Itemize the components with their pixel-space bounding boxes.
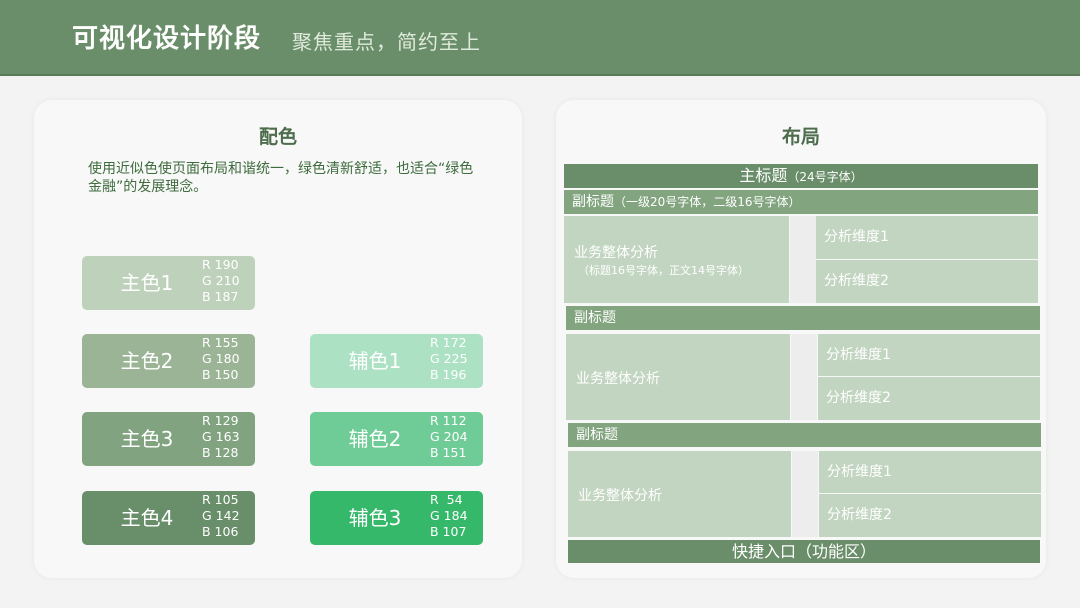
swatch-label: 主色2: [120, 349, 174, 373]
swatch-rgb: R 129 G 163 B 128: [202, 413, 248, 461]
rgb-b: B 151: [430, 445, 467, 460]
rgb-b: B 187: [202, 289, 239, 304]
subtitle-note: （一级20号字体，二级16号字体）: [614, 195, 801, 209]
page-header: 可视化设计阶段 聚焦重点，简约至上: [0, 0, 1080, 76]
layout-panel-title: 布局: [781, 126, 820, 148]
rgb-g: G 210: [202, 273, 240, 288]
page-title: 可视化设计阶段: [72, 24, 262, 54]
rgb-r: R 54: [430, 492, 463, 507]
rgb-b: B 107: [430, 524, 467, 539]
swatch-primary-3: 主色3 R 129 G 163 B 128: [82, 412, 255, 466]
layout-gap: [790, 216, 816, 303]
rgb-r: R 190: [202, 257, 239, 272]
overview-title: 业务整体分析: [574, 245, 658, 261]
swatch-label: 辅色3: [348, 506, 402, 530]
rgb-g: G 204: [430, 429, 468, 444]
rgb-r: R 105: [202, 492, 239, 507]
main-title-text: 主标题: [739, 166, 788, 185]
rgb-r: R 172: [430, 335, 467, 350]
layout-overview-box-3: 业务整体分析: [568, 451, 791, 537]
swatch-label: 主色4: [120, 506, 174, 530]
layout-dimension-1: 分析维度1: [816, 216, 1038, 259]
rgb-b: B 150: [202, 367, 239, 382]
swatch-label: 辅色1: [348, 349, 402, 373]
overview-note: （标题16号字体，正文14号字体）: [578, 264, 749, 277]
rgb-r: R 155: [202, 335, 239, 350]
rgb-g: G 184: [430, 508, 468, 523]
swatch-secondary-2: 辅色2 R 112 G 204 B 151: [310, 412, 483, 466]
swatch-primary-1: 主色1 R 190 G 210 B 187: [82, 256, 255, 310]
swatch-rgb: R 155 G 180 B 150: [202, 335, 248, 383]
swatch-secondary-3: 辅色3 R 54 G 184 B 107: [310, 491, 483, 545]
color-panel-title: 配色: [258, 126, 297, 148]
layout-footer-quick-entry: 快捷入口（功能区）: [568, 540, 1040, 563]
layout-gap: [792, 451, 818, 537]
layout-gap: [791, 334, 817, 420]
swatch-rgb: R 105 G 142 B 106: [202, 492, 248, 540]
rgb-r: R 129: [202, 413, 239, 428]
subtitle-text: 副标题: [572, 194, 614, 210]
layout-overview-box-2: 业务整体分析: [566, 334, 790, 420]
rgb-g: G 142: [202, 508, 240, 523]
layout-subtitle-2: 副标题: [566, 306, 1040, 330]
rgb-g: G 180: [202, 351, 240, 366]
overview-title: 业务整体分析: [578, 488, 662, 504]
overview-title: 业务整体分析: [576, 371, 660, 387]
swatch-rgb: R 54 G 184 B 107: [430, 492, 476, 540]
layout-dimension-1: 分析维度1: [819, 451, 1041, 493]
layout-dimension-1: 分析维度1: [818, 334, 1040, 376]
swatch-rgb: R 190 G 210 B 187: [202, 257, 248, 305]
swatch-primary-4: 主色4 R 105 G 142 B 106: [82, 491, 255, 545]
swatch-label: 辅色2: [348, 427, 402, 451]
rgb-b: B 106: [202, 524, 239, 539]
layout-dimension-2: 分析维度2: [818, 377, 1040, 420]
rgb-g: G 225: [430, 351, 468, 366]
layout-overview-box-1: 业务整体分析 （标题16号字体，正文14号字体）: [564, 216, 789, 303]
rgb-b: B 196: [430, 367, 467, 382]
swatch-rgb: R 112 G 204 B 151: [430, 413, 476, 461]
swatch-primary-2: 主色2 R 155 G 180 B 150: [82, 334, 255, 388]
color-description: 使用近似色使页面布局和谐统一，绿色清新舒适，也适合“绿色金融”的发展理念。: [88, 161, 474, 195]
layout-subtitle-1: 副标题（一级20号字体，二级16号字体）: [564, 190, 1038, 214]
swatch-rgb: R 172 G 225 B 196: [430, 335, 476, 383]
swatch-label: 主色1: [120, 271, 174, 295]
swatch-secondary-1: 辅色1 R 172 G 225 B 196: [310, 334, 483, 388]
rgb-b: B 128: [202, 445, 239, 460]
layout-main-title: 主标题（24号字体）: [564, 164, 1038, 188]
main-title-note: （24号字体）: [787, 170, 863, 184]
layout-dimension-2: 分析维度2: [816, 260, 1038, 303]
swatch-label: 主色3: [120, 427, 174, 451]
layout-subtitle-3: 副标题: [568, 423, 1041, 447]
layout-dimension-2: 分析维度2: [819, 494, 1041, 537]
page-subtitle: 聚焦重点，简约至上: [292, 30, 481, 54]
rgb-g: G 163: [202, 429, 240, 444]
rgb-r: R 112: [430, 413, 467, 428]
